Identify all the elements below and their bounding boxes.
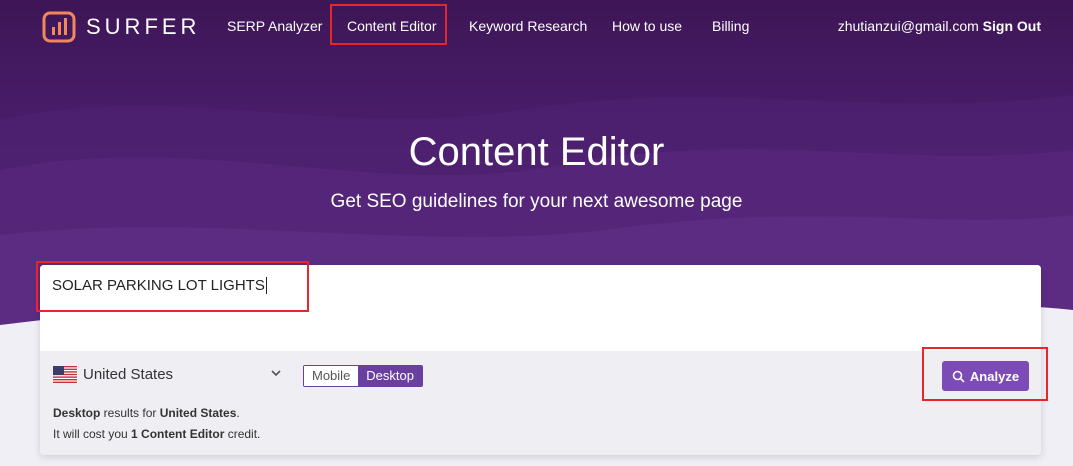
nav-billing[interactable]: Billing <box>712 18 749 34</box>
chevron-down-icon[interactable] <box>270 367 282 379</box>
device-mobile-option[interactable]: Mobile <box>304 366 359 386</box>
top-nav: SURFER SERP Analyzer Content Editor Keyw… <box>0 0 1073 52</box>
surfer-logo[interactable]: SURFER <box>42 11 200 43</box>
card-options: United States Mobile Desktop Desktop res… <box>40 351 1041 455</box>
account-area: zhutianzui@gmail.com Sign Out <box>838 18 1041 34</box>
surfer-logo-icon <box>42 11 76 43</box>
annotation-box-analyze <box>922 347 1048 401</box>
nav-how-to-use[interactable]: How to use <box>612 18 682 34</box>
country-select[interactable]: United States <box>53 366 173 383</box>
device-desktop-option[interactable]: Desktop <box>358 366 422 386</box>
cost-info: Desktop results for United States. It wi… <box>53 403 260 445</box>
page-subtitle: Get SEO guidelines for your next awesome… <box>330 191 743 212</box>
page-title: Content Editor <box>408 130 665 174</box>
annotation-box-nav <box>330 4 447 45</box>
info-device: Desktop <box>53 406 101 420</box>
brand-name: SURFER <box>86 14 201 39</box>
country-label: United States <box>83 366 174 383</box>
info-cost-amount: 1 Content Editor <box>131 427 225 441</box>
device-toggle: Mobile Desktop <box>303 365 423 387</box>
nav-keyword-research[interactable]: Keyword Research <box>469 18 587 34</box>
us-flag-icon <box>53 366 77 383</box>
annotation-box-keyword <box>36 261 309 312</box>
info-line-2: It will cost you 1 Content Editor credit… <box>53 424 260 445</box>
account-email: zhutianzui@gmail.com <box>837 18 979 34</box>
nav-serp-analyzer[interactable]: SERP Analyzer <box>227 18 322 34</box>
info-mid: results for <box>100 406 160 420</box>
info-cost-suffix: credit. <box>224 427 261 441</box>
info-line-1: Desktop results for United States. <box>53 403 260 424</box>
info-period: . <box>236 406 240 420</box>
info-country: United States <box>159 406 237 420</box>
sign-out-link[interactable]: Sign Out <box>983 18 1041 34</box>
info-cost-prefix: It will cost you <box>53 427 132 441</box>
